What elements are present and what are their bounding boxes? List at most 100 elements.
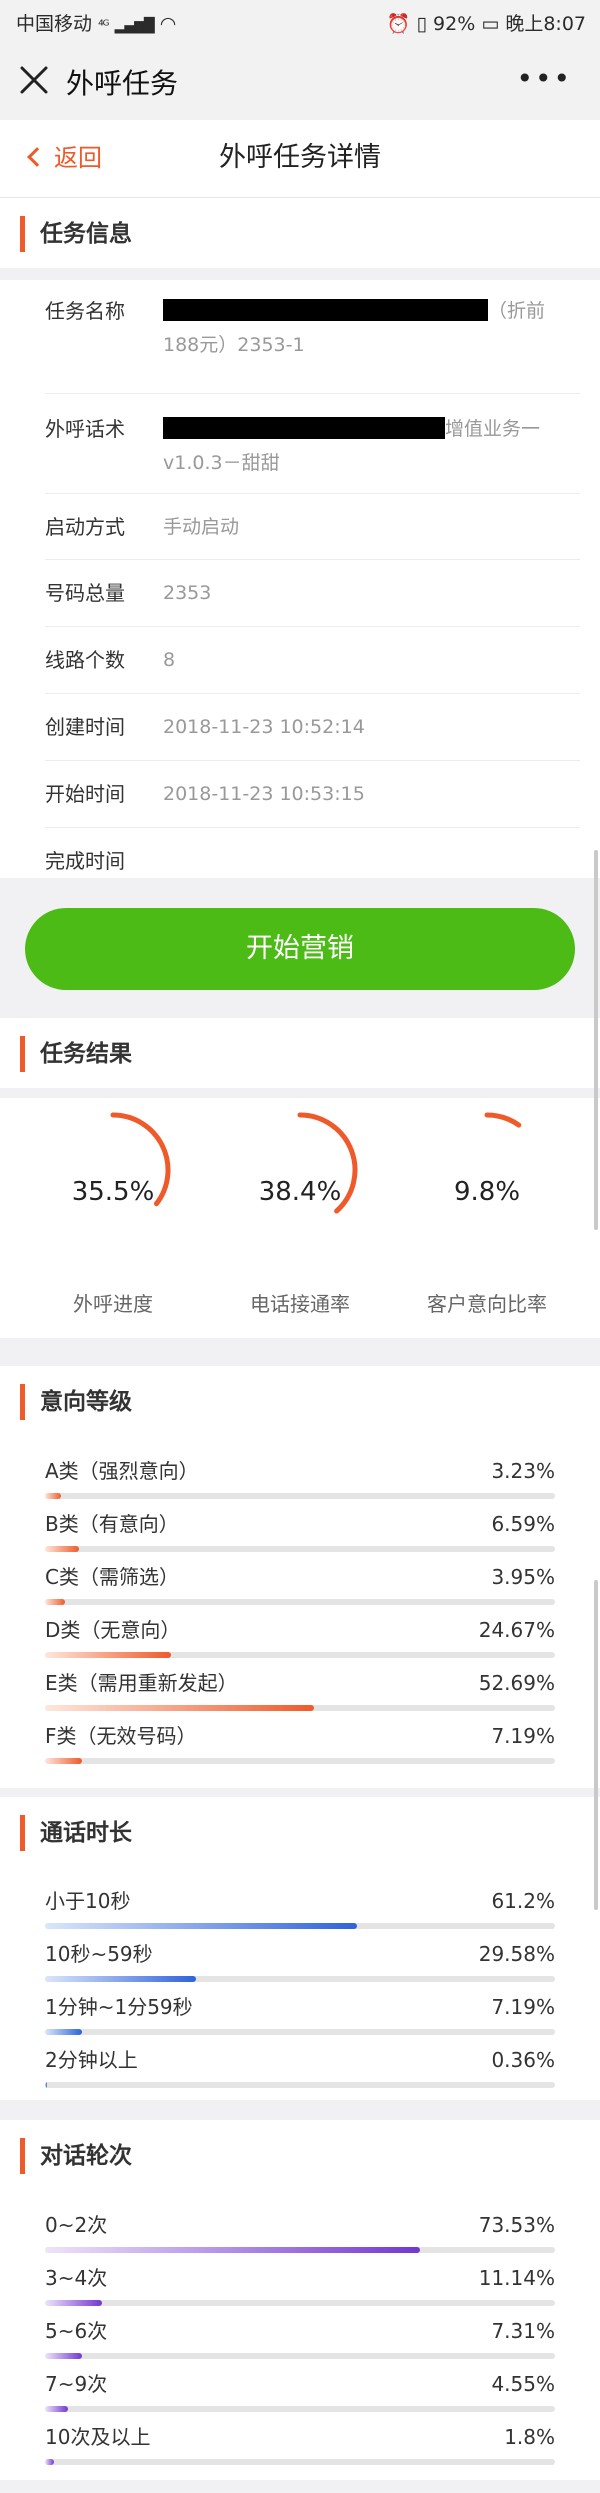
info-row-start-time: 开始时间 2018-11-23 10:53:15: [45, 761, 580, 828]
progress-track: [45, 1923, 555, 1929]
item-percent: 29.58%: [478, 1942, 555, 1966]
item-name: 2分钟以上: [45, 2048, 138, 2072]
status-bar: 中国移动 ⁴ᴳ ▂▄▆█ ◠ ⏰ ▯ 92% ▭ 晚上8:07: [0, 0, 600, 42]
redacted-block: [163, 417, 445, 439]
info-row-number-total: 号码总量 2353: [45, 560, 580, 627]
duration-item-lt10s: 小于10秒 61.2%: [45, 1887, 555, 1939]
section-accent-bar: [20, 1384, 25, 1420]
gauge-ring: [110, 1112, 171, 1207]
duration-item-gt2min: 2分钟以上 0.36%: [45, 2046, 555, 2098]
info-label: 外呼话术: [45, 417, 125, 441]
progress-fill: [45, 2300, 102, 2306]
section-title: 通话时长: [40, 1820, 132, 1846]
rounds-item-10plus: 10次及以上 1.8%: [45, 2423, 555, 2475]
info-row-finish-time: 完成时间: [45, 828, 580, 878]
progress-fill: [45, 1976, 196, 1982]
info-label: 任务名称: [45, 299, 125, 323]
progress-fill: [45, 2459, 55, 2465]
close-icon[interactable]: [14, 60, 54, 100]
gauge-ring: [297, 1112, 358, 1214]
section-title: 意向等级: [40, 1389, 132, 1415]
section-intent-level: 意向等级: [0, 1366, 600, 1436]
item-name: 7~9次: [45, 2372, 108, 2396]
item-name: A类（强烈意向）: [45, 1459, 199, 1483]
progress-fill: [45, 1546, 79, 1552]
signal-icon: ▂▄▆█: [114, 18, 155, 34]
item-percent: 0.36%: [491, 2048, 555, 2072]
section-title: 任务信息: [40, 221, 132, 247]
progress-track: [45, 2300, 555, 2306]
section-title: 对话轮次: [40, 2143, 132, 2169]
item-percent: 3.23%: [491, 1459, 555, 1483]
info-label: 完成时间: [45, 849, 125, 873]
progress-track: [45, 2029, 555, 2035]
item-name: 3~4次: [45, 2266, 108, 2290]
rounds-item-5-6: 5~6次 7.31%: [45, 2317, 555, 2369]
gauge-label: 电话接通率: [250, 1292, 350, 1316]
section-task-info: 任务信息: [0, 198, 600, 268]
scrollbar-thumb[interactable]: [594, 1580, 598, 1910]
info-label: 开始时间: [45, 782, 125, 806]
gauge-value: 9.8%: [453, 1177, 521, 1207]
info-row-task-name: 任务名称 （折前 188元）2353-1: [45, 294, 580, 394]
item-percent: 73.53%: [478, 2213, 555, 2237]
gauge-ring: [484, 1112, 522, 1128]
rounds-item-7-9: 7~9次 4.55%: [45, 2370, 555, 2422]
section-call-duration: 通话时长: [0, 1797, 600, 1867]
item-name: C类（需筛选）: [45, 1565, 179, 1589]
intent-item-f: F类（无效号码） 7.19%: [45, 1722, 555, 1774]
item-name: 小于10秒: [45, 1889, 131, 1913]
gauge-label: 外呼进度: [73, 1292, 153, 1316]
section-title: 任务结果: [40, 1041, 132, 1067]
nav-bar: 返回 外呼任务详情: [0, 120, 600, 198]
progress-fill: [45, 1599, 66, 1605]
more-icon[interactable]: •••: [516, 62, 572, 96]
gauge-value: 38.4%: [258, 1177, 342, 1207]
info-label: 启动方式: [45, 515, 125, 539]
intent-item-e: E类（需用重新发起） 52.69%: [45, 1669, 555, 1721]
start-marketing-button[interactable]: 开始营销: [25, 908, 575, 990]
item-percent: 52.69%: [478, 1671, 555, 1695]
section-accent-bar: [20, 1036, 25, 1072]
scrollbar-thumb[interactable]: [594, 850, 598, 1230]
progress-fill: [45, 1493, 62, 1499]
item-name: D类（无意向）: [45, 1618, 181, 1642]
redacted-block: [163, 299, 488, 321]
intent-item-b: B类（有意向） 6.59%: [45, 1510, 555, 1562]
progress-fill: [45, 1652, 171, 1658]
progress-fill: [45, 1705, 314, 1711]
gauge-connect-rate: 38.4% 电话接通率: [200, 1110, 400, 1330]
info-value: 2018-11-23 10:53:15: [163, 783, 365, 805]
info-value: 2353: [163, 582, 212, 604]
item-percent: 3.95%: [491, 1565, 555, 1589]
item-percent: 4.55%: [491, 2372, 555, 2396]
progress-track: [45, 2406, 555, 2412]
info-row-created-time: 创建时间 2018-11-23 10:52:14: [45, 694, 580, 761]
item-percent: 11.14%: [478, 2266, 555, 2290]
info-row-script: 外呼话术 增值业务一 v1.0.3－甜甜: [45, 394, 580, 494]
app-title-bar: 外呼任务 •••: [0, 42, 600, 120]
gauge-value: 35.5%: [71, 1177, 155, 1207]
item-percent: 61.2%: [491, 1889, 555, 1913]
progress-track: [45, 2082, 555, 2088]
info-label: 线路个数: [45, 648, 125, 672]
progress-track: [45, 1705, 555, 1711]
clock-text: 晚上8:07: [505, 13, 586, 35]
network-indicator: ⁴ᴳ: [98, 18, 109, 34]
progress-fill: [45, 2406, 69, 2412]
progress-track: [45, 1758, 555, 1764]
item-name: E类（需用重新发起）: [45, 1671, 238, 1695]
item-percent: 7.19%: [491, 1995, 555, 2019]
progress-track: [45, 1976, 555, 1982]
intent-item-d: D类（无意向） 24.67%: [45, 1616, 555, 1668]
item-name: 1分钟~1分59秒: [45, 1995, 193, 2019]
gauge-call-progress: 35.5% 外呼进度: [13, 1110, 213, 1330]
section-dialog-rounds: 对话轮次: [0, 2120, 600, 2190]
progress-fill: [45, 1758, 82, 1764]
progress-fill: [45, 1923, 358, 1929]
item-name: 10次及以上: [45, 2425, 151, 2449]
gauge-intent-rate: 9.8% 客户意向比率: [387, 1110, 587, 1330]
intent-item-c: C类（需筛选） 3.95%: [45, 1563, 555, 1615]
progress-fill: [45, 2353, 83, 2359]
progress-track: [45, 1599, 555, 1605]
